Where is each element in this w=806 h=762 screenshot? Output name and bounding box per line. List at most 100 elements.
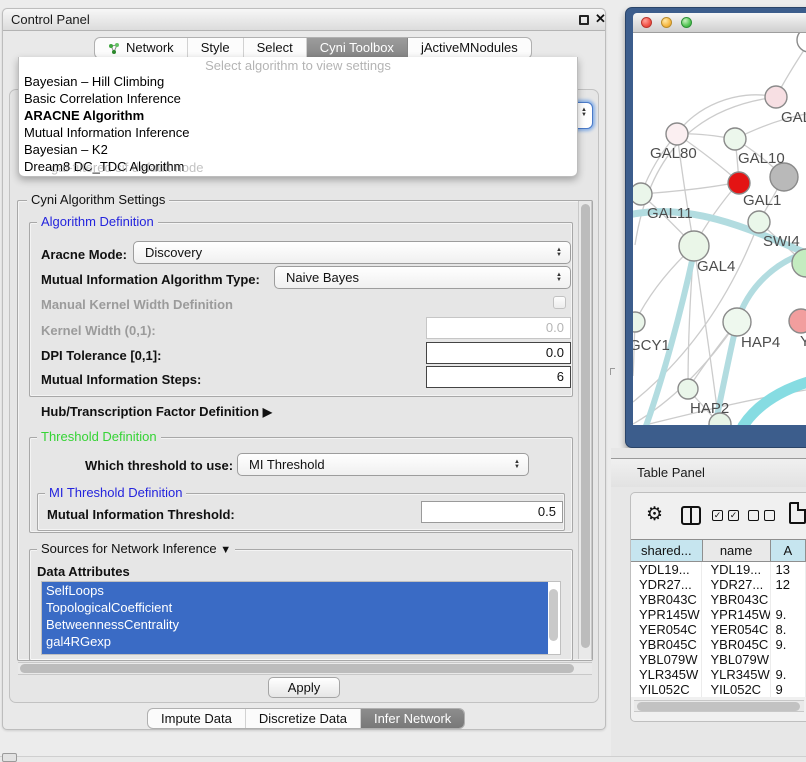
table-row[interactable]: YBR043CYBR043C <box>631 592 806 607</box>
network-window-titlebar[interactable] <box>633 13 806 33</box>
mac-close-icon[interactable] <box>641 17 652 28</box>
table-cell: YBR043C <box>631 592 702 607</box>
network-node[interactable] <box>748 211 770 233</box>
kernel-width-field[interactable]: 0.0 <box>426 317 571 339</box>
checkbox-checked-icon: ✓ <box>712 510 723 521</box>
apply-button[interactable]: Apply <box>268 677 340 698</box>
attribute-item-selected[interactable]: BetweennessCentrality <box>42 616 548 633</box>
table-column-header[interactable]: name <box>703 540 771 561</box>
tab-style[interactable]: Style <box>188 38 244 58</box>
table-row[interactable]: YIL052CYIL052C9 <box>631 682 806 697</box>
table-cell: 13 <box>771 562 806 577</box>
algorithm-option[interactable]: Bayesian – Hill Climbing <box>19 73 577 90</box>
tab-impute-data[interactable]: Impute Data <box>148 709 246 728</box>
collapse-down-icon: ▼ <box>220 544 231 556</box>
table-cell: YER054C <box>702 622 770 637</box>
attribute-item-selected[interactable]: TopologicalCoefficient <box>42 599 548 616</box>
screenshot-root: Control Panel ✕ Network Style Select Cyn… <box>0 0 806 762</box>
algorithm-definition-title: Algorithm Definition <box>37 215 158 228</box>
which-threshold-label: Which threshold to use: <box>85 458 233 473</box>
tab-jactivemnodules[interactable]: jActiveMNodules <box>408 38 531 58</box>
attribute-item-selected[interactable]: gal4RGexp <box>42 633 548 650</box>
hub-definition-toggle[interactable]: Hub/Transcription Factor Definition ▶ <box>41 404 272 419</box>
network-canvas[interactable]: GALGAL80GAL10GAL1GAL11SWI4GAL4GCY1HAP4YH… <box>633 33 806 425</box>
algorithm-option[interactable]: ARACNE Algorithm <box>19 107 577 124</box>
close-icon[interactable]: ✕ <box>595 11 606 27</box>
network-node[interactable] <box>679 231 709 261</box>
table-row[interactable]: YDR27...YDR27...12 <box>631 577 806 592</box>
attributes-scrollbar-thumb[interactable] <box>549 589 558 641</box>
dpi-tolerance-field[interactable]: 0.0 <box>426 342 571 364</box>
network-node-label: GAL <box>781 109 806 126</box>
network-node[interactable] <box>765 86 787 108</box>
kernel-width-label: Kernel Width (0,1): <box>41 323 156 338</box>
table-row[interactable]: YDL19...YDL19...13 <box>631 562 806 577</box>
tab-network-label: Network <box>126 38 174 58</box>
mac-zoom-icon[interactable] <box>681 17 692 28</box>
table-column-header[interactable]: A <box>771 540 806 561</box>
sources-group-title[interactable]: Sources for Network Inference ▼ <box>37 542 235 557</box>
network-node[interactable] <box>666 123 688 145</box>
settings-hscrollbar-thumb[interactable] <box>20 664 574 673</box>
table-row[interactable]: YER054CYER054C8. <box>631 622 806 637</box>
corner-panel-icon[interactable] <box>2 753 17 762</box>
network-node[interactable] <box>789 309 806 333</box>
table-row[interactable]: YBL079WYBL079W <box>631 652 806 667</box>
network-node[interactable] <box>728 172 750 194</box>
panel-splitter-handle[interactable] <box>610 368 615 375</box>
aracne-mode-combo[interactable]: Discovery ▲▼ <box>133 241 571 264</box>
network-node[interactable] <box>770 163 798 191</box>
algorithm-option[interactable]: Basic Correlation Inference <box>19 90 577 107</box>
split-columns-icon[interactable] <box>681 506 701 525</box>
float-window-icon[interactable] <box>579 15 589 25</box>
tab-discretize-data[interactable]: Discretize Data <box>246 709 361 728</box>
which-threshold-combo[interactable]: MI Threshold ▲▼ <box>237 453 529 476</box>
mi-algorithm-type-combo[interactable]: Naive Bayes ▲▼ <box>274 266 571 289</box>
tab-select[interactable]: Select <box>244 38 307 58</box>
network-node[interactable] <box>724 128 746 150</box>
table-row[interactable]: YBR045CYBR045C9. <box>631 637 806 652</box>
control-panel-titlebar: Control Panel ✕ <box>3 9 605 31</box>
algorithm-option[interactable]: Bayesian – K2 <box>19 141 577 158</box>
network-edge[interactable] <box>677 95 776 134</box>
gear-icon[interactable]: ⚙ <box>646 503 663 526</box>
table-cell: YBR045C <box>631 637 702 652</box>
tab-infer-network[interactable]: Infer Network <box>361 709 464 728</box>
bottom-strip <box>0 756 806 762</box>
network-edge-highlighted[interactable] <box>743 382 806 425</box>
network-node[interactable] <box>797 33 806 52</box>
network-node[interactable] <box>678 379 698 399</box>
mac-minimize-icon[interactable] <box>661 17 672 28</box>
table-panel-title: Table Panel <box>637 465 705 480</box>
network-edge[interactable] <box>641 182 739 194</box>
network-node[interactable] <box>723 308 751 336</box>
network-node[interactable] <box>633 312 645 332</box>
table-hscrollbar-thumb[interactable] <box>637 702 800 711</box>
table-cell <box>771 652 806 667</box>
mi-threshold-title: MI Threshold Definition <box>45 486 186 499</box>
unchecked-pair-icon[interactable] <box>748 510 778 522</box>
tab-cyni-toolbox[interactable]: Cyni Toolbox <box>307 38 408 58</box>
settings-vscrollbar[interactable] <box>578 201 592 659</box>
mi-threshold-field[interactable]: 0.5 <box>421 501 563 523</box>
mi-steps-field[interactable]: 6 <box>426 366 571 388</box>
tab-network[interactable]: Network <box>95 38 188 58</box>
network-node-label: GCY1 <box>633 337 670 354</box>
table-column-header[interactable]: shared... <box>631 540 703 561</box>
checked-pair-icon[interactable]: ✓ ✓ <box>712 510 742 522</box>
network-node[interactable] <box>633 183 652 205</box>
manual-kernel-checkbox[interactable] <box>553 296 566 309</box>
settings-hscrollbar[interactable] <box>18 662 592 675</box>
attribute-item-selected[interactable]: SelfLoops <box>42 582 548 599</box>
table-row[interactable]: YLR345WYLR345W9. <box>631 667 806 682</box>
table-cell <box>771 592 806 607</box>
page-icon[interactable] <box>789 502 806 524</box>
data-attributes-list[interactable]: SelfLoopsTopologicalCoefficientBetweenne… <box>41 581 561 655</box>
table-hscrollbar[interactable] <box>634 700 804 712</box>
table-row[interactable]: YPR145WYPR145W9. <box>631 607 806 622</box>
settings-vscrollbar-thumb[interactable] <box>581 204 590 648</box>
table-cell: YDR27... <box>702 577 770 592</box>
algorithm-combo-placeholder[interactable]: Select algorithm to view settings <box>19 58 577 73</box>
control-panel-window: Control Panel ✕ Network Style Select Cyn… <box>2 8 606 730</box>
algorithm-option[interactable]: Mutual Information Inference <box>19 124 577 141</box>
